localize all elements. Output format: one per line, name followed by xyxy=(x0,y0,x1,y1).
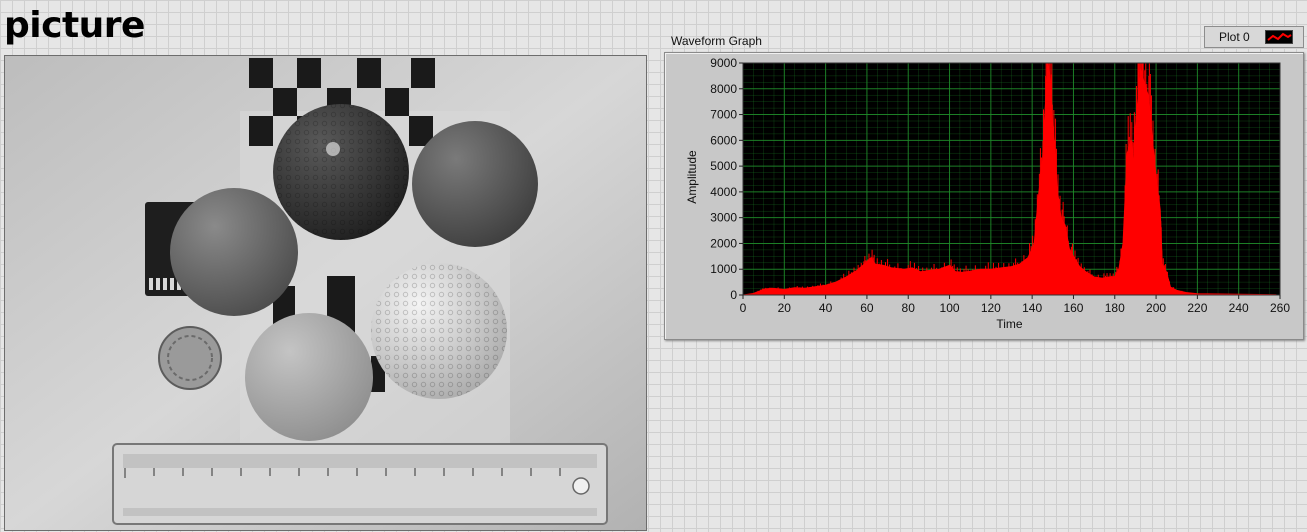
y-tick-label: 1000 xyxy=(710,262,737,276)
x-tick-label: 0 xyxy=(740,301,747,315)
x-tick-label: 100 xyxy=(940,301,960,315)
graph-label: Waveform Graph xyxy=(671,34,762,48)
y-tick-label: 2000 xyxy=(710,236,737,250)
legend-plot-label: Plot 0 xyxy=(1219,30,1250,44)
page-title: picture xyxy=(4,5,145,46)
y-tick-label: 4000 xyxy=(710,185,737,199)
picture-display xyxy=(4,55,647,531)
waveform-chart: 0 20 40 60 80 100 120 140 160 180 200 220 240 260 0 100… xyxy=(685,56,1290,331)
y-tick-label: 6000 xyxy=(710,133,737,147)
y-tick-label: 8000 xyxy=(710,82,737,96)
y-tick-label: 9000 xyxy=(710,56,737,70)
y-tick-label: 5000 xyxy=(710,159,737,173)
y-tick-label: 0 xyxy=(730,288,737,302)
x-tick-label: 180 xyxy=(1105,301,1125,315)
y-tick-label: 3000 xyxy=(710,211,737,225)
x-tick-label: 240 xyxy=(1229,301,1249,315)
x-tick-label: 20 xyxy=(778,301,792,315)
x-tick-label: 260 xyxy=(1270,301,1290,315)
plot-legend[interactable]: Plot 0 xyxy=(1204,26,1304,48)
x-tick-label: 40 xyxy=(819,301,833,315)
x-tick-label: 140 xyxy=(1022,301,1042,315)
photo-image xyxy=(5,56,646,530)
x-tick-label: 80 xyxy=(902,301,916,315)
legend-swatch-icon xyxy=(1265,30,1293,44)
x-axis-label: Time xyxy=(996,317,1023,331)
x-tick-label: 220 xyxy=(1187,301,1207,315)
x-tick-label: 60 xyxy=(860,301,874,315)
waveform-graph[interactable]: 0 20 40 60 80 100 120 140 160 180 200 220 240 260 0 100… xyxy=(664,52,1304,340)
x-tick-label: 120 xyxy=(981,301,1001,315)
y-axis-label: Amplitude xyxy=(685,150,699,204)
x-tick-label: 200 xyxy=(1146,301,1166,315)
y-tick-label: 7000 xyxy=(710,108,737,122)
x-tick-label: 160 xyxy=(1063,301,1083,315)
